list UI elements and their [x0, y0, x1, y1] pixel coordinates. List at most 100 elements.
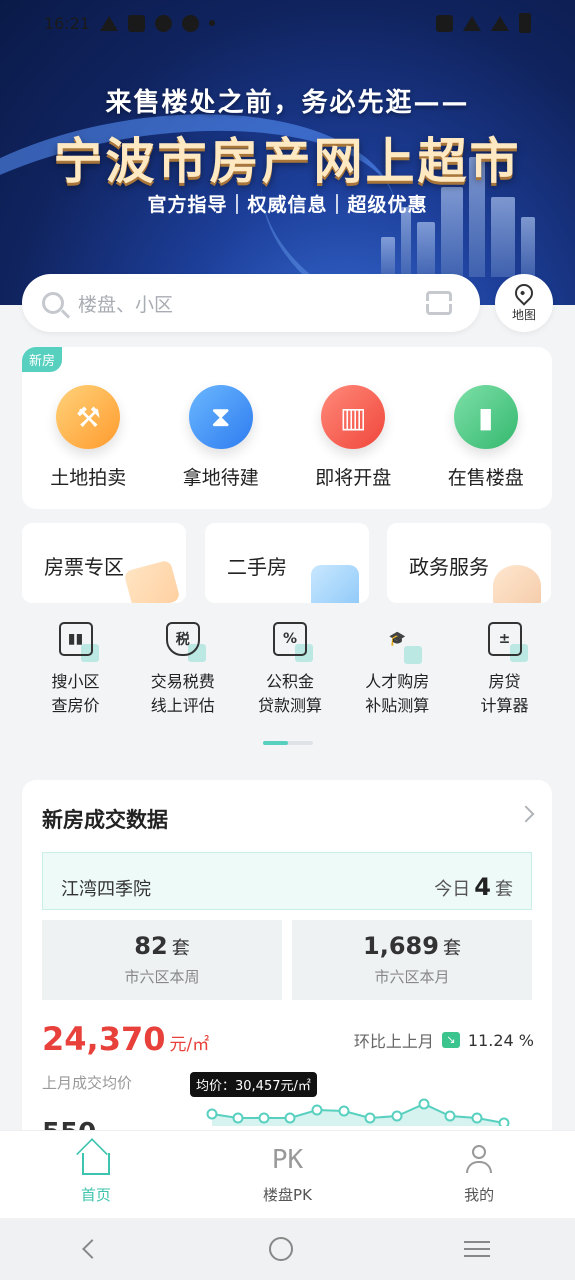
tool-label-2: 补贴测算 — [365, 696, 430, 715]
banner-subslogan: 官方指导｜权威信息｜超级优惠 — [147, 194, 428, 216]
tab-pk[interactable]: PK 楼盘PK — [227, 1144, 347, 1205]
search-placeholder: 楼盘、小区 — [78, 293, 174, 316]
top-banner[interactable]: 16:21 来售楼处之前，务必先逛—— 宁波市房产网上超市 官方指导｜权威信息｜… — [0, 0, 575, 305]
tool-label-2: 贷款测算 — [257, 696, 322, 715]
mom-label: 环比上上月 — [353, 1032, 434, 1051]
trend-point — [498, 1117, 510, 1126]
entry-label: 在售楼盘 — [447, 467, 524, 489]
app-notification-icon — [182, 14, 200, 32]
scan-icon[interactable] — [423, 291, 455, 315]
tab-home-label: 首页 — [80, 1186, 111, 1204]
app-notification-icon — [155, 14, 173, 32]
calculator-icon: ± — [487, 622, 528, 662]
graduation-cap-icon: 🎓 — [380, 622, 423, 664]
price-trend-chart[interactable] — [202, 1096, 522, 1126]
battery-icon — [519, 13, 531, 33]
home-icon — [81, 1153, 110, 1175]
upcoming-launch-entry[interactable]: ▥ 即将开盘 — [293, 385, 413, 490]
trend-point — [444, 1110, 456, 1122]
bar-chart-icon: ▮▮ — [58, 622, 99, 662]
zone-label: 房票专区 — [44, 555, 124, 579]
signal-icon — [491, 15, 509, 31]
today-count-value: 4 — [474, 873, 491, 901]
today-prefix: 今日 — [434, 879, 471, 900]
tab-home[interactable]: 首页 — [36, 1144, 156, 1205]
tool-mortgage-calculator[interactable]: ± 房贷 计算器 — [451, 622, 558, 718]
house-icon — [311, 565, 359, 603]
trend-point — [338, 1105, 350, 1117]
more-dot-icon — [209, 20, 216, 26]
building-icon: ▥ — [321, 385, 386, 449]
tab-me[interactable]: 我的 — [419, 1144, 539, 1205]
percent-icon: % — [273, 622, 313, 662]
gavel-icon: ⚒ — [56, 385, 121, 449]
gov-service-zone[interactable]: 政务服务 — [387, 523, 551, 603]
tool-label-1: 房贷 — [488, 672, 521, 691]
week-unit: 套 — [171, 938, 190, 959]
tool-talent-subsidy[interactable]: 🎓 人才购房 补贴测算 — [344, 622, 451, 718]
trend-point — [311, 1104, 323, 1116]
house-ticket-zone[interactable]: 房票专区 — [22, 523, 186, 603]
person-icon — [465, 1145, 493, 1175]
month-stat: 1,689 套 市六区本月 — [292, 920, 532, 1000]
tool-label-1: 公积金 — [265, 672, 314, 691]
zone-label: 二手房 — [227, 555, 287, 579]
today-count: 今日 4 套 — [434, 873, 513, 901]
trend-point — [232, 1112, 244, 1124]
tool-search-price[interactable]: ▮▮ 搜小区 查房价 — [22, 622, 129, 718]
pk-icon: PK — [271, 1145, 304, 1175]
entry-label: 土地拍卖 — [50, 467, 127, 489]
avg-price-value: 24,370 — [42, 1020, 166, 1058]
month-over-month: 环比上上月 ↘ 11.24 % — [354, 1028, 534, 1052]
chart-tooltip: 均价：30,457元/㎡ — [190, 1072, 317, 1097]
tab-me-label: 我的 — [464, 1186, 495, 1204]
chevron-right-icon[interactable] — [517, 805, 535, 823]
back-icon[interactable] — [82, 1239, 103, 1259]
map-label: 地图 — [511, 307, 536, 322]
recent-apps-icon[interactable] — [463, 1241, 490, 1257]
second-hand-zone[interactable]: 二手房 — [205, 523, 369, 603]
trend-point — [258, 1112, 270, 1124]
trend-point — [284, 1112, 296, 1124]
trend-point — [391, 1110, 403, 1122]
trend-point — [364, 1112, 376, 1124]
mom-percent: 11.24 % — [467, 1030, 534, 1050]
avg-price-label: 上月成交均价 — [42, 1074, 133, 1092]
month-caption: 市六区本月 — [374, 968, 450, 986]
vibrate-icon — [436, 14, 453, 32]
month-value: 1,689 — [363, 932, 439, 960]
week-stat: 82 套 市六区本周 — [42, 920, 282, 1000]
deals-title: 新房成交数据 — [42, 808, 168, 832]
week-value: 82 — [134, 932, 168, 960]
location-pin-icon — [511, 279, 537, 306]
tool-label-2: 计算器 — [480, 696, 529, 715]
mail-icon — [128, 14, 146, 32]
land-auction-entry[interactable]: ⚒ 土地拍卖 — [28, 385, 148, 490]
today-unit: 套 — [495, 879, 513, 900]
zone-label: 政务服务 — [409, 555, 489, 579]
on-sale-entry[interactable]: ▮ 在售楼盘 — [426, 385, 546, 490]
week-caption: 市六区本周 — [124, 968, 200, 986]
tower-icon: ▮ — [453, 385, 518, 449]
search-bar[interactable]: 楼盘、小区 — [22, 274, 480, 332]
tool-label-2: 线上评估 — [150, 696, 215, 715]
banner-slogan: 来售楼处之前，务必先逛—— — [105, 88, 470, 118]
land-pending-entry[interactable]: ⧗ 拿地待建 — [161, 385, 281, 490]
tool-fund-loan[interactable]: % 公积金 贷款测算 — [237, 622, 344, 718]
trend-down-icon: ↘ — [441, 1032, 460, 1048]
trend-point — [418, 1098, 430, 1110]
month-unit: 套 — [442, 938, 461, 959]
stamp-icon — [493, 565, 541, 603]
map-button[interactable]: 地图 — [495, 274, 553, 332]
today-deal-row[interactable]: 江湾四季院 今日 4 套 — [42, 852, 532, 910]
banner-headline: 宁波市房产网上超市 — [53, 132, 522, 190]
new-house-tag: 新房 — [22, 347, 63, 372]
tool-tax-estimate[interactable]: 税 交易税费 线上评估 — [129, 622, 236, 718]
wifi-icon — [463, 15, 481, 31]
tool-label-1: 人才购房 — [365, 672, 430, 691]
home-circle-icon[interactable] — [269, 1237, 294, 1261]
tool-label-1: 交易税费 — [150, 672, 215, 691]
tools-row: ▮▮ 搜小区 查房价 税 交易税费 线上评估 % 公积金 贷款测算 🎓 人才购房… — [22, 622, 558, 718]
tab-pk-label: 楼盘PK — [263, 1186, 312, 1204]
entry-label: 拿地待建 — [182, 467, 259, 489]
